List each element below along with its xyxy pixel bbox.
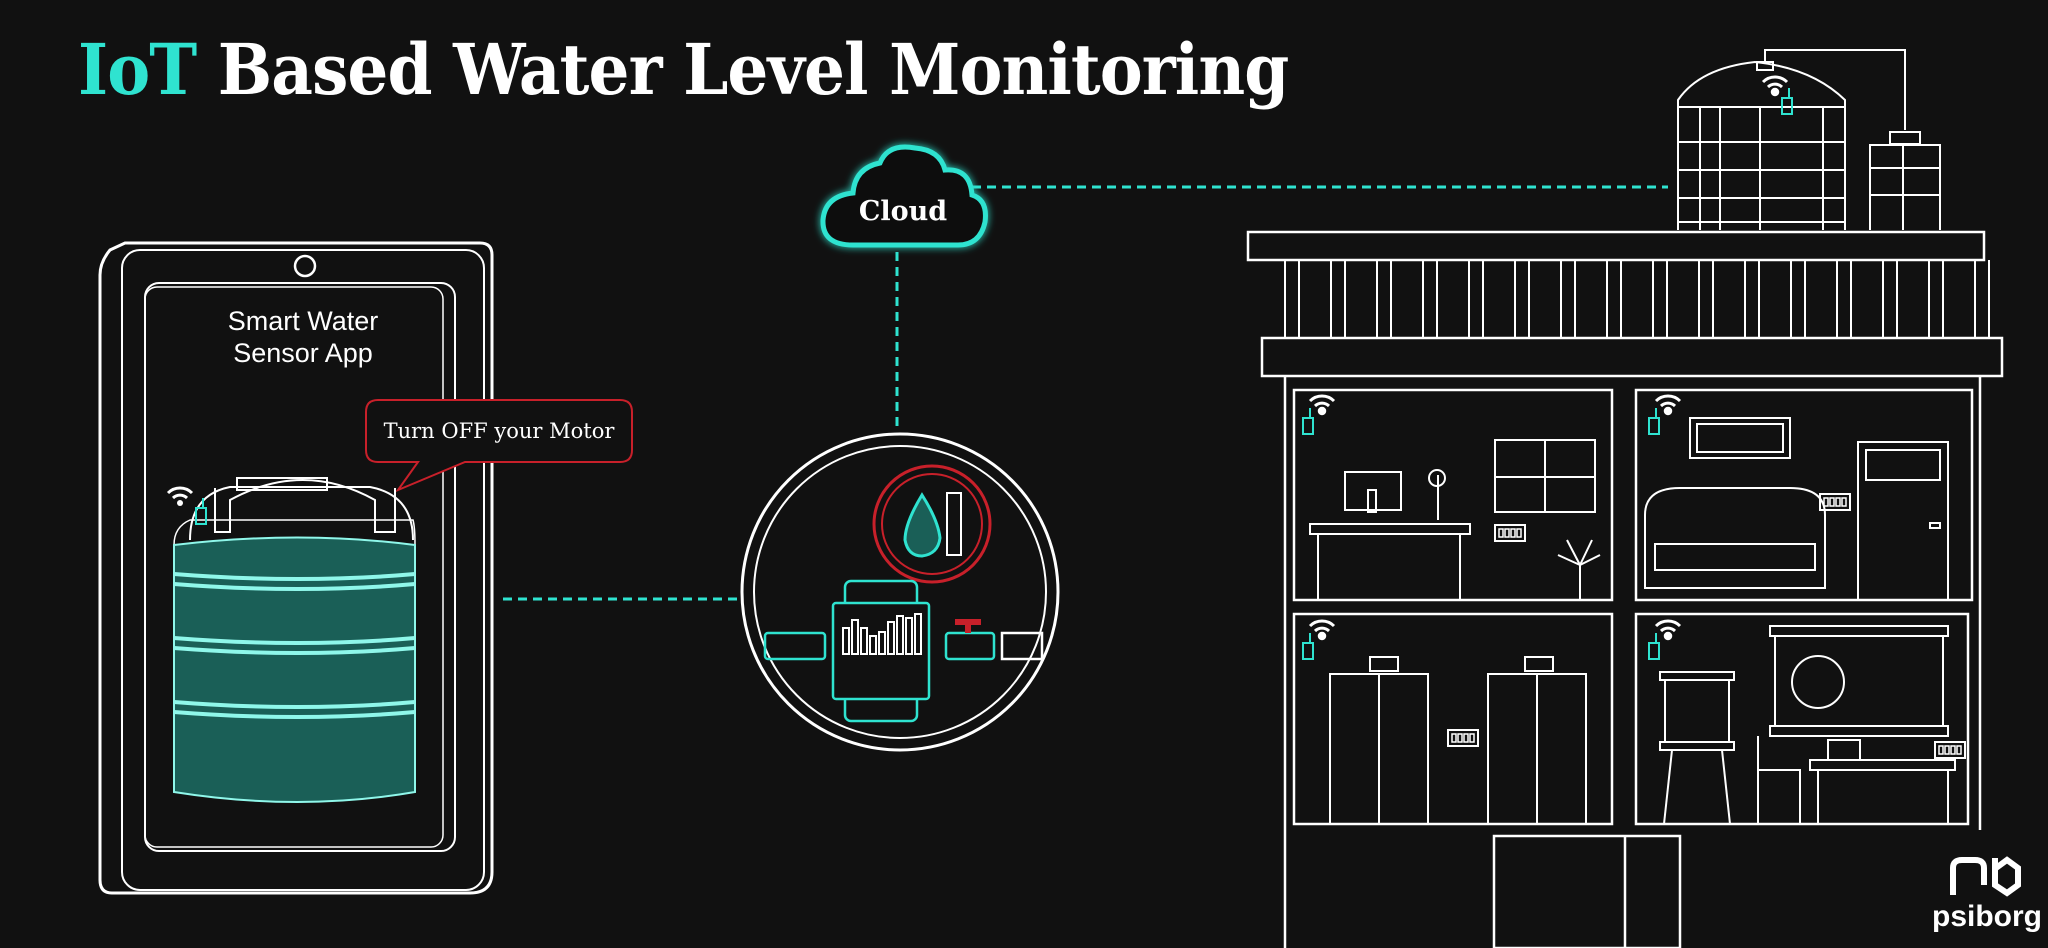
- water-level-gauge-icon: [872, 464, 992, 584]
- diagram-canvas: Smart Water Sensor App Turn OFF your Mot…: [98, 49, 2021, 948]
- flow-meter-icon: [763, 579, 1044, 723]
- room-office: [1292, 388, 1614, 602]
- entrance-door: [1492, 834, 1682, 948]
- app-title-line1: Smart Water: [228, 306, 379, 336]
- sensor-icon: [1780, 86, 1794, 116]
- psiborg-logo-icon: [1950, 856, 2021, 897]
- psiborg-logo-text: psiborg: [1932, 900, 2042, 933]
- cloud-label: Cloud: [859, 196, 947, 227]
- room-living: [1634, 388, 1974, 602]
- water-sensor-device: [740, 432, 1060, 752]
- wifi-icon: [1761, 75, 1789, 97]
- smartphone: Smart Water Sensor App Turn OFF your Mot…: [98, 241, 633, 895]
- rooftop-water-tank: [1677, 49, 1941, 230]
- water-tank-icon: [166, 477, 416, 803]
- room-lift-lobby: [1292, 612, 1614, 826]
- alert-bubble: Turn OFF your Motor: [365, 399, 633, 493]
- water-drop-icon: [903, 492, 942, 558]
- alert-message: Turn OFF your Motor: [384, 419, 616, 443]
- room-meeting: [1634, 612, 1970, 826]
- cloud: Cloud: [820, 144, 988, 248]
- wifi-icon: [166, 486, 194, 508]
- valve-icon: [955, 619, 981, 625]
- app-title-line2: Sensor App: [233, 338, 373, 368]
- camera-icon: [293, 254, 317, 278]
- building: [1246, 49, 2004, 948]
